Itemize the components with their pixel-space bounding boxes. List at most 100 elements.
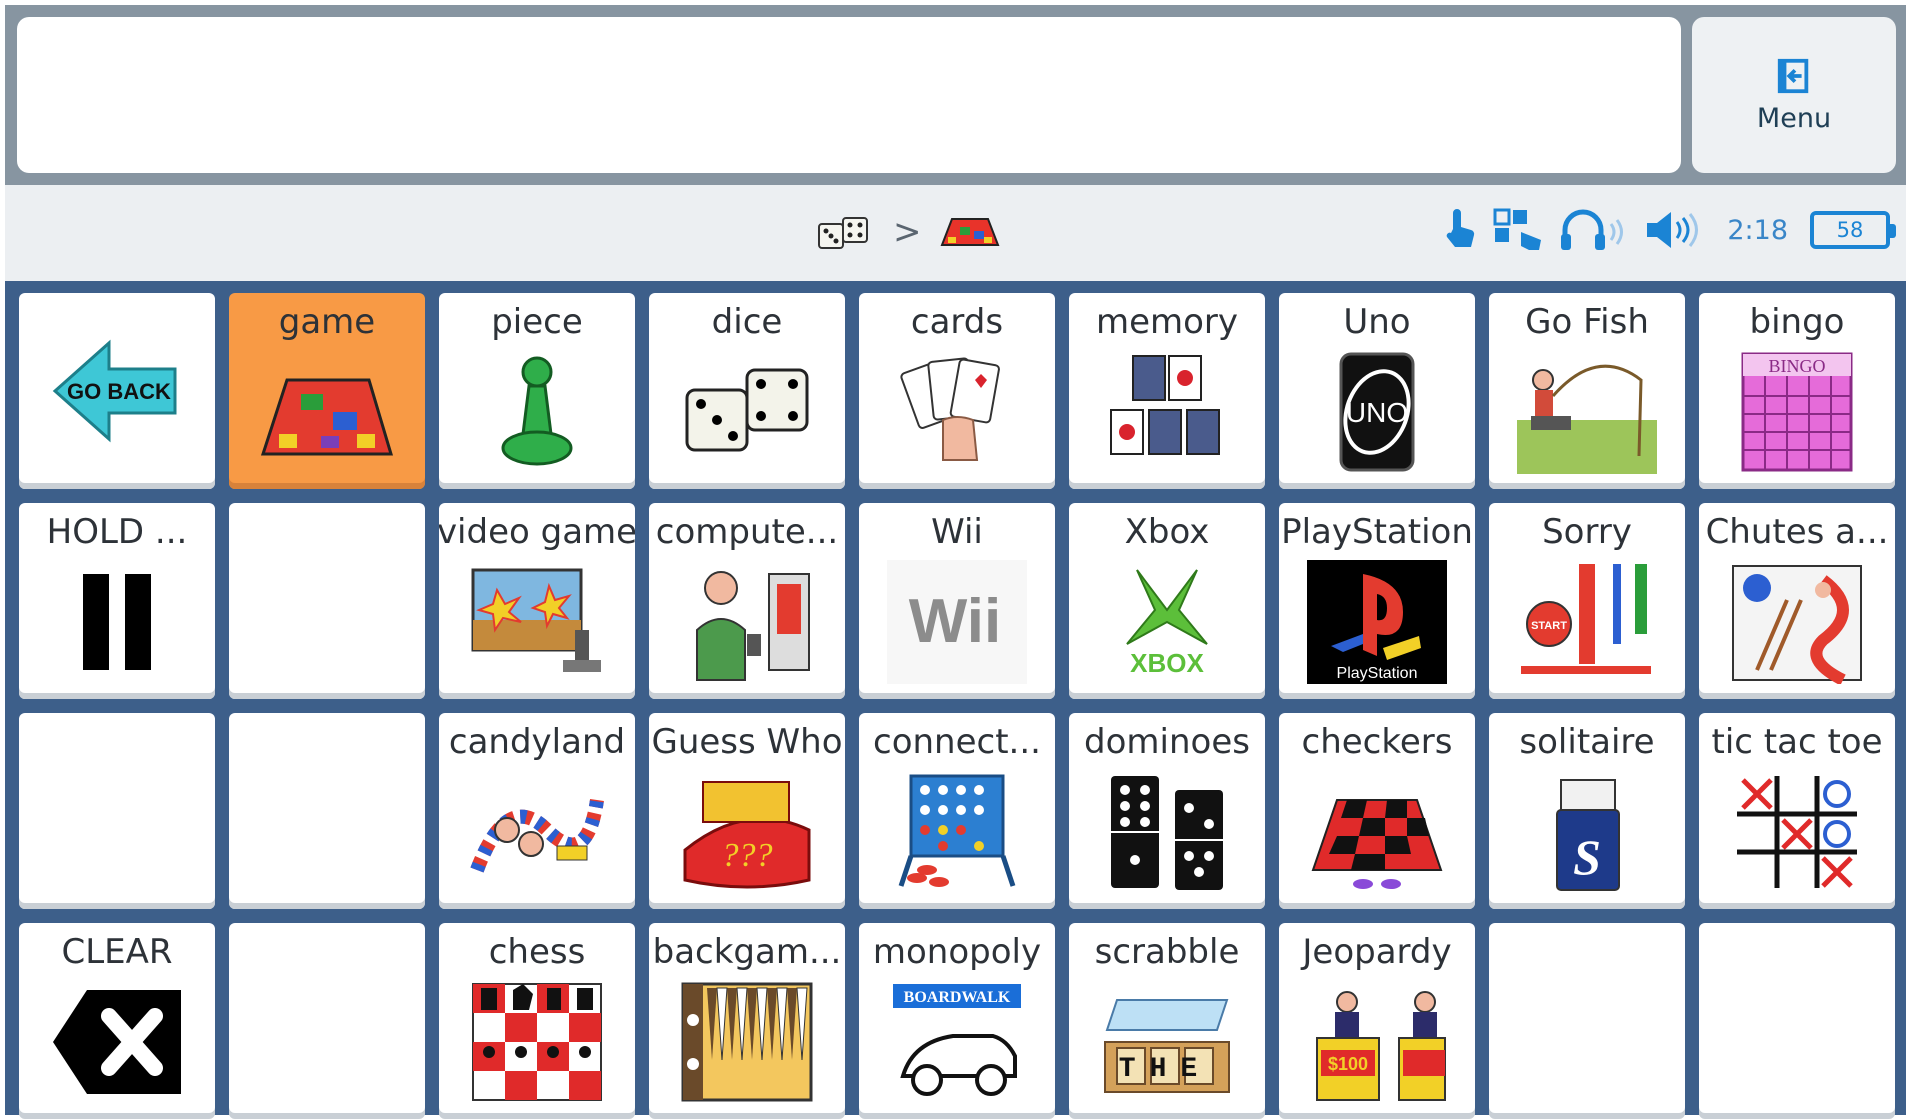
menu-label: Menu: [1756, 102, 1832, 134]
svg-text:???: ???: [722, 837, 773, 874]
tile-jeopardy[interactable]: Jeopardy $100: [1279, 923, 1475, 1119]
tile-sorry[interactable]: Sorry START: [1489, 503, 1685, 699]
battery-level: 58: [1836, 218, 1864, 242]
tile-memory[interactable]: memory: [1069, 293, 1265, 489]
tile-label: dice: [711, 302, 783, 342]
touch-hand-icon[interactable]: [1441, 207, 1477, 253]
tile-label: dominoes: [1084, 722, 1250, 762]
tile-label: game: [278, 302, 376, 342]
tile-video-game[interactable]: video game: [439, 503, 635, 699]
battery-indicator: 58: [1810, 211, 1896, 249]
bingo-card-icon: BINGO: [1722, 348, 1872, 476]
tile-chess[interactable]: chess: [439, 923, 635, 1119]
tile-guess-who[interactable]: Guess Who???: [649, 713, 845, 909]
exit-icon: [1777, 58, 1809, 93]
tile-label: compute...: [655, 512, 839, 552]
tile-solitaire[interactable]: solitaire S: [1489, 713, 1685, 909]
tile-label: Sorry: [1542, 512, 1632, 552]
svg-text:Wii: Wii: [909, 587, 1001, 656]
grid-select-icon[interactable]: [1493, 208, 1543, 252]
top-bar: Menu: [5, 5, 1906, 185]
tile-label: Wii: [931, 512, 983, 552]
tile-empty[interactable]: [1489, 923, 1685, 1119]
tile-label: bingo: [1749, 302, 1845, 342]
tile-label: CLEAR: [61, 932, 173, 972]
breadcrumb-separator: >: [893, 212, 922, 252]
tile-label: candyland: [448, 722, 626, 762]
tile-label: connect...: [873, 722, 1041, 762]
dice-icon: [672, 348, 822, 476]
breadcrumb: >: [815, 212, 1000, 252]
tile-empty[interactable]: [1699, 923, 1895, 1119]
tile-tic-tac-toe[interactable]: tic tac toe: [1699, 713, 1895, 909]
xbox-logo-icon: XBOX: [1092, 558, 1242, 686]
tile-label: Guess Who: [651, 722, 843, 762]
computer-game-icon: [672, 558, 822, 686]
volume-icon[interactable]: [1643, 208, 1705, 252]
clear-x-icon: [42, 978, 192, 1106]
go-back-arrow-icon: GO BACK: [42, 327, 192, 455]
tile-go-fish[interactable]: Go Fish: [1489, 293, 1685, 489]
tile-empty[interactable]: [229, 923, 425, 1119]
svg-text:THE: THE: [1119, 1054, 1211, 1085]
tile-dice[interactable]: dice: [649, 293, 845, 489]
tile-playstation[interactable]: PlayStation PlayStation: [1279, 503, 1475, 699]
svg-text:XBOX: XBOX: [1130, 648, 1204, 678]
svg-text:GO BACK: GO BACK: [67, 379, 171, 404]
tile-bingo[interactable]: bingo BINGO: [1699, 293, 1895, 489]
monopoly-car-icon: BOARDWALK: [882, 978, 1032, 1106]
tile-scrabble[interactable]: scrabble THE: [1069, 923, 1265, 1119]
svg-text:UNO: UNO: [1346, 397, 1408, 428]
tile-game[interactable]: game: [229, 293, 425, 489]
dice-icon[interactable]: [815, 212, 875, 252]
tile-label: Chutes a...: [1705, 512, 1889, 552]
tile-cards[interactable]: cards: [859, 293, 1055, 489]
tile-empty[interactable]: [229, 713, 425, 909]
dominoes-icon: [1092, 768, 1242, 896]
game-piece-icon: [462, 348, 612, 476]
tile-backgam[interactable]: backgam...: [649, 923, 845, 1119]
tile-go-back-arrow[interactable]: GO BACK: [19, 293, 215, 489]
game-board-icon[interactable]: [940, 215, 1000, 249]
menu-button[interactable]: Menu: [1692, 17, 1896, 173]
svg-text:$100: $100: [1328, 1054, 1368, 1074]
tile-label: tic tac toe: [1711, 722, 1883, 762]
tile-candyland[interactable]: candyland: [439, 713, 635, 909]
chess-board-icon: [462, 978, 612, 1106]
fishing-icon: [1512, 348, 1662, 476]
tile-label: HOLD ...: [46, 512, 188, 552]
tile-checkers[interactable]: checkers: [1279, 713, 1475, 909]
tile-clear[interactable]: CLEAR: [19, 923, 215, 1119]
tile-dominoes[interactable]: dominoes: [1069, 713, 1265, 909]
tile-uno[interactable]: Uno UNO: [1279, 293, 1475, 489]
tile-empty[interactable]: [229, 503, 425, 699]
tile-label: Xbox: [1124, 512, 1210, 552]
solitaire-icon: S: [1512, 768, 1662, 896]
tile-label: memory: [1095, 302, 1239, 342]
svg-text:BINGO: BINGO: [1769, 356, 1826, 376]
tile-hold[interactable]: HOLD ...: [19, 503, 215, 699]
playstation-logo-icon: PlayStation: [1302, 558, 1452, 686]
tile-label: backgam...: [652, 932, 842, 972]
message-window[interactable]: [17, 17, 1681, 173]
tile-monopoly[interactable]: monopoly BOARDWALK: [859, 923, 1055, 1119]
tile-label: checkers: [1301, 722, 1453, 762]
status-bar: > 2:18 58: [5, 185, 1906, 281]
sorry-board-icon: START: [1512, 558, 1662, 686]
tile-wii[interactable]: Wii Wii: [859, 503, 1055, 699]
button-grid: GO BACK game piece dice cards memory Uno UNO Go …: [19, 293, 1895, 1119]
tile-chutes-a[interactable]: Chutes a...: [1699, 503, 1895, 699]
tile-empty[interactable]: [19, 713, 215, 909]
aac-app: Menu > 2:18 58 GO BACK game piece dice c…: [5, 5, 1906, 1119]
clock: 2:18: [1727, 214, 1788, 246]
tile-xbox[interactable]: Xbox XBOX: [1069, 503, 1265, 699]
tile-compute[interactable]: compute...: [649, 503, 845, 699]
tile-label: PlayStation: [1281, 512, 1473, 552]
status-icons: 2:18 58: [1441, 207, 1896, 253]
guess-who-icon: ???: [672, 768, 822, 896]
headphones-icon[interactable]: [1559, 208, 1627, 252]
svg-text:BOARDWALK: BOARDWALK: [904, 989, 1011, 1006]
candyland-icon: [462, 768, 612, 896]
tile-piece[interactable]: piece: [439, 293, 635, 489]
tile-connect[interactable]: connect...: [859, 713, 1055, 909]
